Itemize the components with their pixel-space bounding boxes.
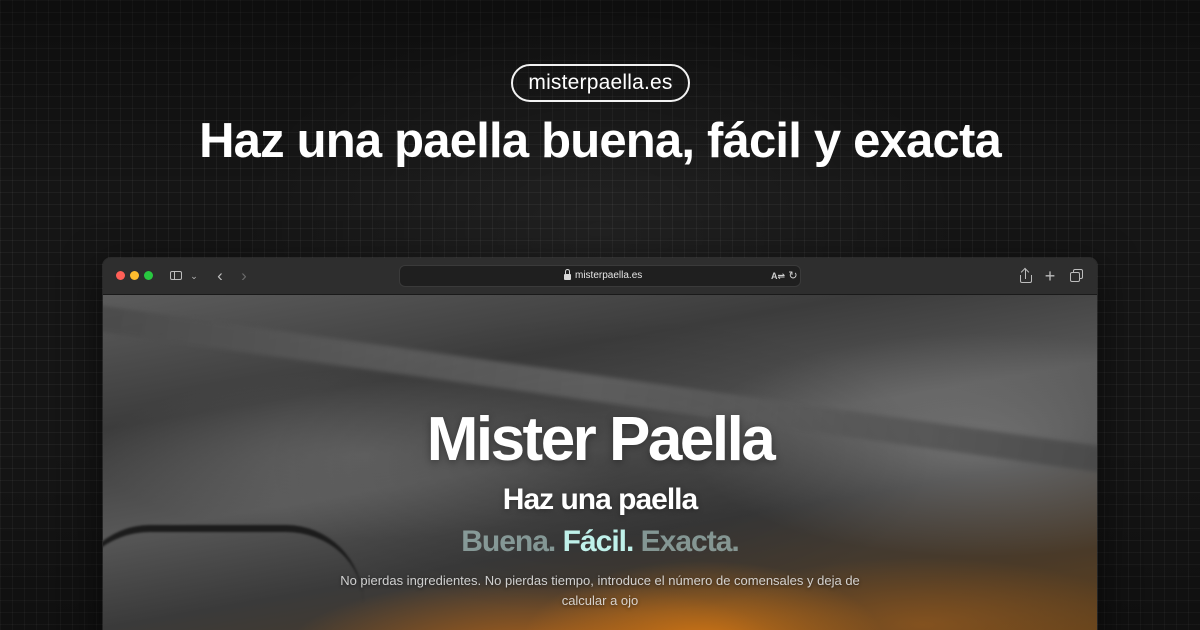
banner-headline: Haz una paella buena, fácil y exacta <box>199 114 1002 168</box>
hero-subtitle: Haz una paella <box>502 483 698 516</box>
reload-icon[interactable]: ↻ <box>787 268 799 284</box>
address-bar-url: misterpaella.es <box>575 270 643 281</box>
forward-icon[interactable]: › <box>237 266 251 286</box>
chevron-down-icon[interactable]: ⌄ <box>189 266 199 286</box>
share-icon[interactable] <box>1019 266 1033 286</box>
minimize-window-button[interactable] <box>130 271 139 280</box>
hero-description: No pierdas ingredientes. No pierdas tiem… <box>340 573 860 608</box>
new-tab-icon[interactable]: + <box>1043 266 1057 286</box>
lock-icon <box>564 269 571 280</box>
tagline-word-buena: Buena. <box>461 525 556 558</box>
browser-window: ⌄ ‹ › misterpaella.es A⇌ ↻ + Mister Pael… <box>103 258 1097 630</box>
tagline-word-exacta: Exacta. <box>640 525 740 558</box>
tagline-word-facil: Fácil. <box>562 525 635 558</box>
back-icon[interactable]: ‹ <box>213 266 227 286</box>
zoom-window-button[interactable] <box>144 271 153 280</box>
tabs-overview-icon[interactable] <box>1069 266 1085 286</box>
hero-section: Mister Paella Haz una paella Buena. Fáci… <box>103 295 1097 630</box>
hero-tagline: Buena. Fácil. Exacta. <box>103 524 1097 560</box>
browser-toolbar: ⌄ ‹ › misterpaella.es A⇌ ↻ + <box>103 258 1097 295</box>
sidebar-icon[interactable] <box>169 266 185 286</box>
close-window-button[interactable] <box>116 271 125 280</box>
hero-title: Mister Paella <box>426 405 776 474</box>
domain-badge: misterpaella.es <box>511 64 690 102</box>
social-banner: misterpaella.es Haz una paella buena, fá… <box>0 0 1200 630</box>
address-bar[interactable]: misterpaella.es A⇌ ↻ <box>399 265 801 287</box>
translate-icon[interactable]: A⇌ <box>771 269 785 283</box>
